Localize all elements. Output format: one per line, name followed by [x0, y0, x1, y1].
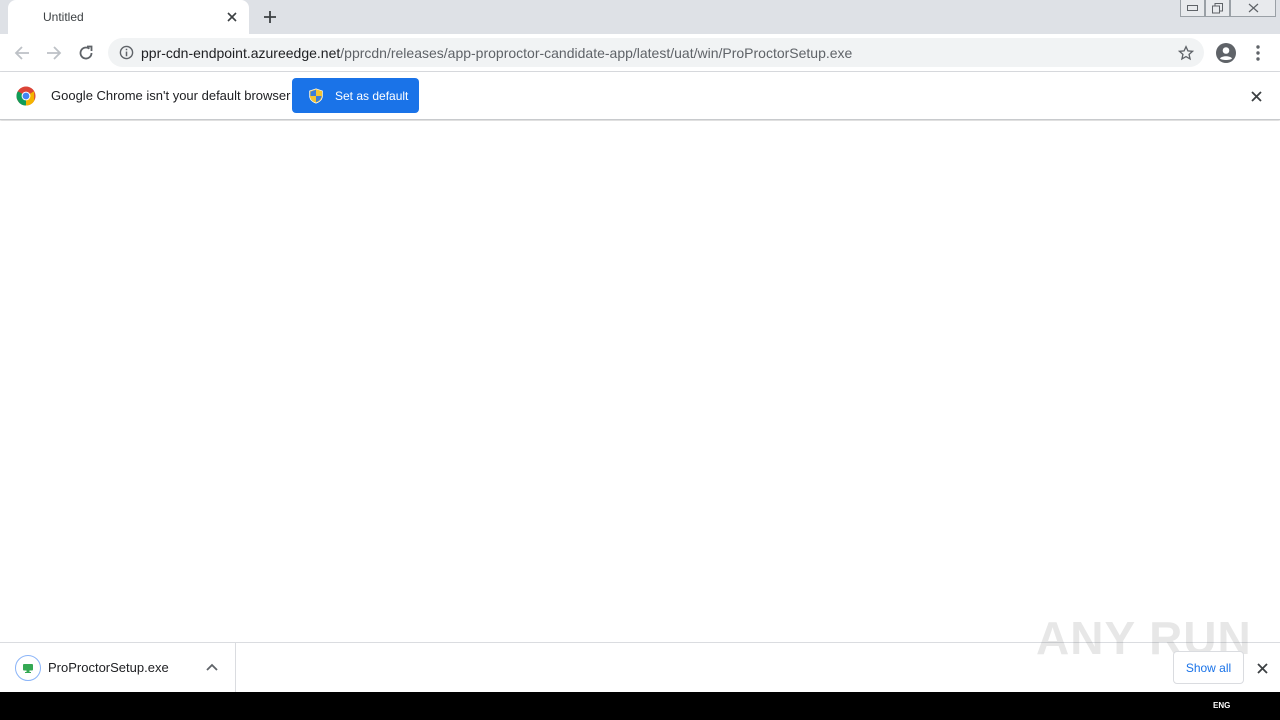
show-all-button[interactable]: Show all — [1173, 651, 1244, 684]
language-indicator[interactable]: ENG — [1213, 701, 1230, 710]
tab-untitled[interactable]: Untitled — [8, 0, 249, 34]
minimize-icon[interactable] — [1180, 0, 1205, 17]
tab-strip: Untitled — [0, 0, 1280, 34]
shelf-close-icon[interactable] — [1254, 660, 1270, 676]
url-path: /pprcdn/releases/app-proproctor-candidat… — [340, 45, 853, 61]
tab-title: Untitled — [43, 10, 84, 24]
address-bar[interactable]: ppr-cdn-endpoint.azureedge.net/pprcdn/re… — [108, 38, 1204, 67]
window-controls — [1180, 0, 1276, 18]
reload-icon[interactable] — [73, 40, 99, 66]
window-close-icon[interactable] — [1230, 0, 1276, 17]
taskbar: ENG — [0, 692, 1280, 720]
chrome-logo-icon — [16, 86, 36, 106]
uac-shield-icon — [308, 87, 324, 104]
chevron-up-icon[interactable] — [204, 659, 220, 675]
url-text: ppr-cdn-endpoint.azureedge.net/pprcdn/re… — [141, 45, 852, 61]
forward-arrow-icon[interactable] — [41, 40, 67, 66]
url-host: ppr-cdn-endpoint.azureedge.net — [141, 45, 341, 61]
browser-toolbar: ppr-cdn-endpoint.azureedge.net/pprcdn/re… — [0, 34, 1280, 72]
download-item[interactable]: ProProctorSetup.exe — [0, 643, 236, 692]
profile-avatar-icon[interactable] — [1214, 41, 1238, 65]
infobar-close-icon[interactable] — [1248, 88, 1264, 104]
kebab-menu-icon[interactable] — [1250, 41, 1266, 65]
download-filename: ProProctorSetup.exe — [48, 660, 169, 675]
download-shelf: ProProctorSetup.exe ANY RUN Show all — [0, 612, 1280, 692]
tab-close-icon[interactable] — [224, 9, 240, 25]
back-arrow-icon[interactable] — [9, 40, 35, 66]
page-content — [0, 121, 1280, 642]
set-as-default-button[interactable]: Set as default — [292, 78, 419, 113]
info-icon[interactable] — [118, 44, 135, 61]
set-as-default-label: Set as default — [335, 88, 409, 103]
download-file-icon — [15, 655, 41, 681]
default-browser-infobar: Google Chrome isn't your default browser… — [0, 72, 1280, 120]
restore-icon[interactable] — [1205, 0, 1230, 17]
bookmark-star-icon[interactable] — [1176, 43, 1196, 63]
infobar-message: Google Chrome isn't your default browser — [51, 88, 291, 103]
new-tab-icon[interactable] — [258, 5, 282, 29]
